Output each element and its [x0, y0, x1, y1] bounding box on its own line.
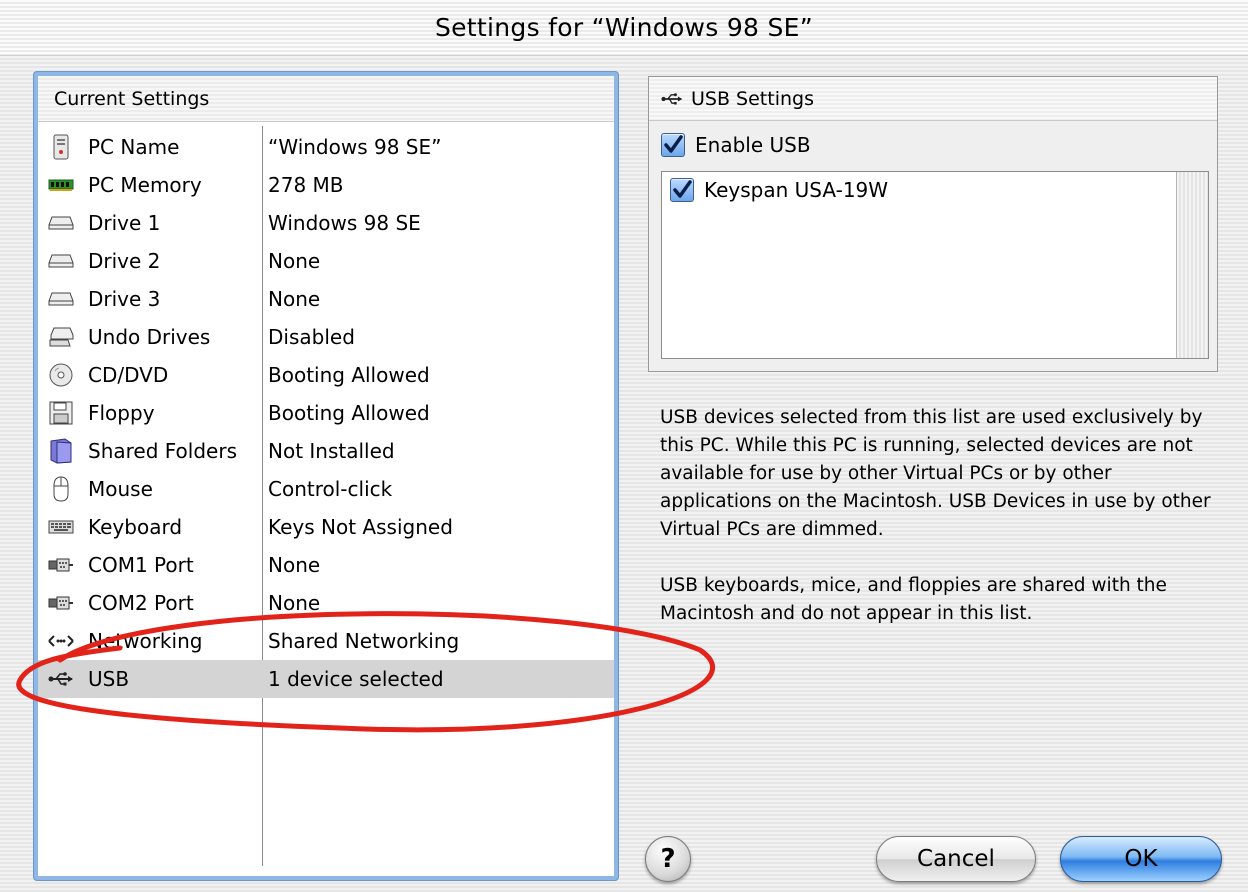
usb-info-text: USB devices selected from this list are … — [660, 404, 1220, 656]
undo-drive-icon — [48, 324, 74, 350]
settings-row-pc-name[interactable]: PC Name “Windows 98 SE” — [38, 128, 614, 166]
folder-icon — [48, 438, 74, 464]
setting-name: Drive 3 — [88, 287, 161, 311]
pc-tower-icon — [48, 134, 74, 160]
usb-settings-panel: USB Settings Enable USB Keyspan USA-19W — [648, 76, 1218, 372]
settings-row-keyboard[interactable]: Keyboard Keys Not Assigned — [38, 508, 614, 546]
usb-device-list[interactable]: Keyspan USA-19W — [661, 171, 1209, 359]
setting-name: PC Memory — [88, 173, 202, 197]
settings-row-shared-folders[interactable]: Shared Folders Not Installed — [38, 432, 614, 470]
help-button[interactable]: ? — [645, 836, 691, 882]
cd-icon — [48, 362, 74, 388]
setting-value: None — [268, 287, 321, 311]
settings-row-drive-3[interactable]: Drive 3 None — [38, 280, 614, 318]
settings-row-com1-port[interactable]: COM1 Port None — [38, 546, 614, 584]
setting-value: “Windows 98 SE” — [268, 135, 442, 159]
floppy-icon — [48, 400, 74, 426]
setting-name: Drive 2 — [88, 249, 161, 273]
setting-value: Disabled — [268, 325, 355, 349]
setting-name: COM1 Port — [88, 553, 194, 577]
ok-button-label: OK — [1124, 846, 1158, 872]
help-button-label: ? — [660, 844, 676, 874]
setting-name: Keyboard — [88, 515, 183, 539]
setting-name: Shared Folders — [88, 439, 237, 463]
setting-name: Networking — [88, 629, 203, 653]
settings-row-drive-2[interactable]: Drive 2 None — [38, 242, 614, 280]
settings-list-header-label: Current Settings — [54, 87, 210, 110]
enable-usb-checkbox[interactable] — [661, 133, 685, 157]
setting-value: None — [268, 553, 321, 577]
setting-value: Control-click — [268, 477, 393, 501]
device-name: Keyspan USA-19W — [704, 178, 889, 202]
settings-row-usb[interactable]: USB 1 device selected — [38, 660, 614, 698]
device-list-scrollbar[interactable] — [1176, 172, 1208, 358]
settings-list-header: Current Settings — [38, 76, 614, 122]
hard-drive-icon — [48, 248, 74, 274]
serial-port-icon — [48, 552, 74, 578]
enable-usb-label: Enable USB — [695, 133, 811, 157]
cancel-button[interactable]: Cancel — [876, 836, 1036, 882]
settings-row-networking[interactable]: Networking Shared Networking — [38, 622, 614, 660]
info-paragraph: USB devices selected from this list are … — [660, 407, 1211, 540]
settings-row-cd-dvd[interactable]: CD/DVD Booting Allowed — [38, 356, 614, 394]
setting-name: Undo Drives — [88, 325, 211, 349]
network-icon — [48, 628, 74, 654]
cancel-button-label: Cancel — [917, 846, 995, 872]
usb-device-item[interactable]: Keyspan USA-19W — [670, 178, 888, 202]
setting-value: Shared Networking — [268, 629, 460, 653]
ok-button[interactable]: OK — [1060, 836, 1222, 882]
setting-name: Floppy — [88, 401, 155, 425]
setting-value: Windows 98 SE — [268, 211, 421, 235]
usb-icon — [661, 92, 691, 106]
setting-value: Booting Allowed — [268, 363, 430, 387]
setting-value: 278 MB — [268, 173, 344, 197]
serial-port-icon — [48, 590, 74, 616]
setting-name: Mouse — [88, 477, 153, 501]
settings-list[interactable]: Current Settings PC Name “Windows 98 SE”… — [34, 72, 618, 880]
device-checkbox[interactable] — [670, 178, 694, 202]
setting-value: Not Installed — [268, 439, 395, 463]
mouse-icon — [48, 476, 74, 502]
window-titlebar: Settings for “Windows 98 SE” — [0, 0, 1248, 56]
setting-name: USB — [88, 667, 130, 691]
settings-row-floppy[interactable]: Floppy Booting Allowed — [38, 394, 614, 432]
hard-drive-icon — [48, 286, 74, 312]
setting-name: PC Name — [88, 135, 180, 159]
window-title: Settings for “Windows 98 SE” — [434, 13, 814, 42]
setting-value: 1 device selected — [268, 667, 444, 691]
hard-drive-icon — [48, 210, 74, 236]
usb-settings-header: USB Settings — [649, 77, 1217, 121]
settings-row-pc-memory[interactable]: PC Memory 278 MB — [38, 166, 614, 204]
setting-value: Keys Not Assigned — [268, 515, 453, 539]
setting-name: Drive 1 — [88, 211, 161, 235]
settings-row-com2-port[interactable]: COM2 Port None — [38, 584, 614, 622]
info-paragraph: USB keyboards, mice, and floppies are sh… — [660, 575, 1167, 624]
usb-settings-title: USB Settings — [691, 87, 814, 110]
settings-row-undo-drives[interactable]: Undo Drives Disabled — [38, 318, 614, 356]
setting-value: None — [268, 249, 321, 273]
usb-icon — [48, 666, 74, 692]
setting-value: Booting Allowed — [268, 401, 430, 425]
settings-row-drive-1[interactable]: Drive 1 Windows 98 SE — [38, 204, 614, 242]
keyboard-icon — [48, 514, 74, 540]
memory-chip-icon — [48, 172, 74, 198]
setting-value: None — [268, 591, 321, 615]
setting-name: CD/DVD — [88, 363, 169, 387]
enable-usb-checkbox-row[interactable]: Enable USB — [661, 133, 811, 157]
settings-row-mouse[interactable]: Mouse Control-click — [38, 470, 614, 508]
setting-name: COM2 Port — [88, 591, 194, 615]
